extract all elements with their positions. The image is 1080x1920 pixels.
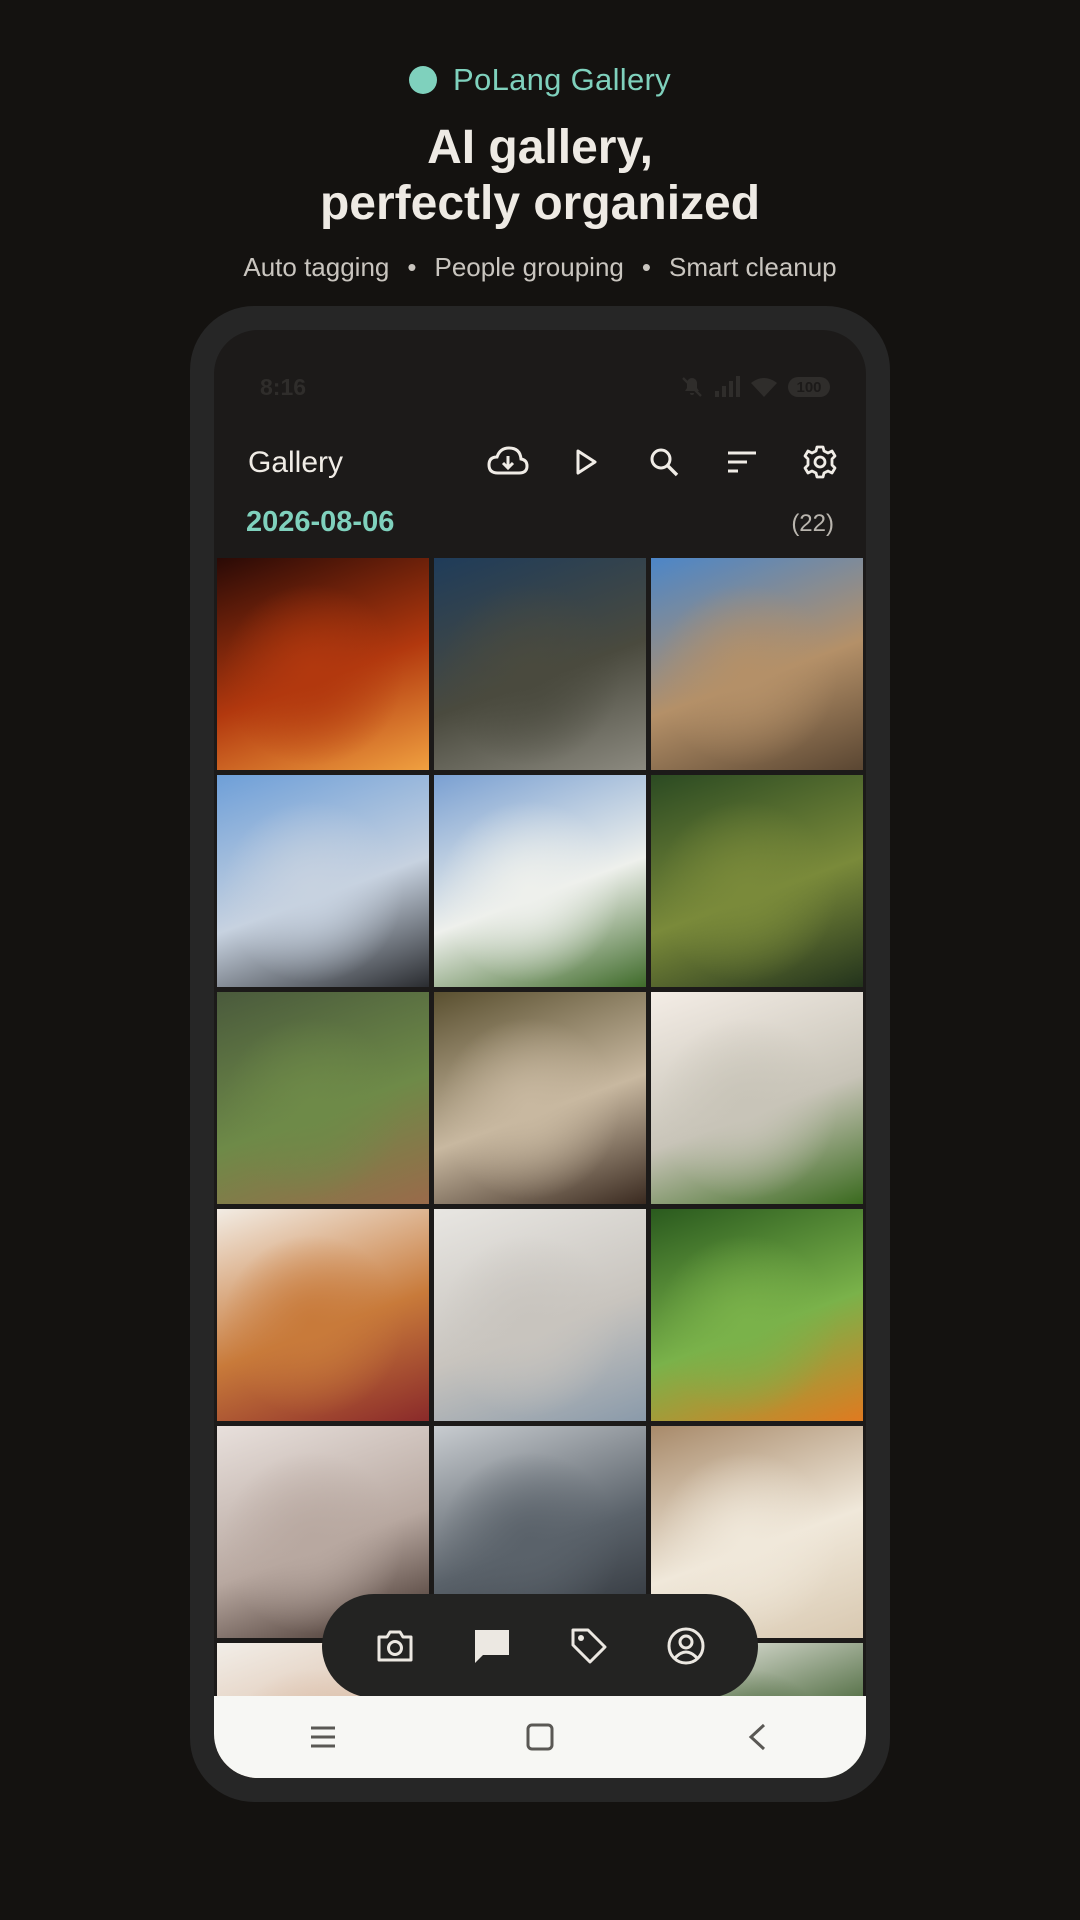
photo-white-horse-meadow[interactable] <box>651 992 863 1204</box>
system-nav-bar <box>214 1696 866 1778</box>
feature-separator: • <box>641 252 651 282</box>
headline-line-2: perfectly organized <box>319 177 761 230</box>
account-icon[interactable] <box>658 1618 714 1674</box>
headline: AI gallery, perfectly organized <box>0 120 1080 232</box>
mute-icon <box>680 375 704 399</box>
camera-icon[interactable] <box>367 1618 423 1674</box>
feature-people-grouping: People grouping <box>434 252 624 282</box>
settings-icon[interactable] <box>798 440 842 484</box>
photo-ancient-temple-ruins[interactable] <box>651 558 863 770</box>
photo-toucans-tree[interactable] <box>651 1209 863 1421</box>
photo-aerial-green-fields[interactable] <box>651 775 863 987</box>
bottom-nav <box>322 1594 758 1698</box>
photo-woman-red-fire[interactable] <box>217 558 429 770</box>
headline-line-1: AI gallery, <box>427 121 653 174</box>
wifi-icon <box>750 376 778 398</box>
signal-icon <box>714 376 740 398</box>
menu-icon[interactable] <box>293 1707 353 1767</box>
brand-dot <box>409 66 438 94</box>
date-section-header: 2026-08-06 (22) <box>214 502 866 542</box>
feature-separator: • <box>407 252 417 282</box>
brand-row: PoLang Gallery <box>0 62 1080 98</box>
app-title: Gallery <box>248 446 344 479</box>
brand-name: PoLang Gallery <box>453 62 671 97</box>
cloud-download-icon[interactable] <box>486 440 530 484</box>
feature-smart-cleanup: Smart cleanup <box>668 252 837 282</box>
section-date: 2026-08-06 <box>246 506 395 538</box>
back-icon[interactable] <box>727 1707 787 1767</box>
tag-icon[interactable] <box>561 1618 617 1674</box>
chat-icon[interactable] <box>464 1618 520 1674</box>
status-bar: 8:16 100 <box>260 372 830 402</box>
sort-icon[interactable] <box>720 440 764 484</box>
battery-icon: 100 <box>788 377 830 397</box>
phone-frame: 8:16 100 Gallery 2026-08-06 (22) <box>190 306 890 1802</box>
phone-screen: 8:16 100 Gallery 2026-08-06 (22) <box>214 330 866 1778</box>
app-bar: Gallery <box>214 430 866 494</box>
play-icon[interactable] <box>564 440 608 484</box>
feature-auto-tagging: Auto tagging <box>243 252 390 282</box>
photo-mother-child-studio[interactable] <box>434 1209 646 1421</box>
photo-white-roses-sky[interactable] <box>434 775 646 987</box>
search-icon[interactable] <box>642 440 686 484</box>
photo-couple-hugging[interactable] <box>434 992 646 1204</box>
photo-waterfall-snow[interactable] <box>217 775 429 987</box>
photo-terraced-village[interactable] <box>217 992 429 1204</box>
home-icon[interactable] <box>510 1707 570 1767</box>
status-icons: 100 <box>680 375 830 399</box>
feature-list: Auto tagging • People grouping • Smart c… <box>0 252 1080 283</box>
photo-breakfast-table[interactable] <box>217 1209 429 1421</box>
photo-bride-stone-house[interactable] <box>434 558 646 770</box>
status-time: 8:16 <box>260 373 307 400</box>
section-count: (22) <box>791 510 834 537</box>
